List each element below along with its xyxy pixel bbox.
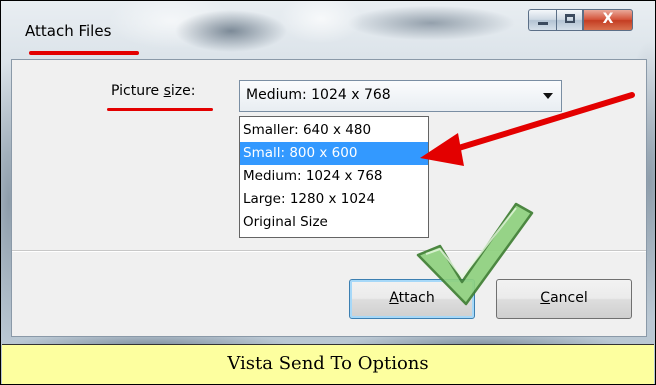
attach-label-rest: ttach bbox=[398, 290, 435, 306]
close-button[interactable]: X bbox=[583, 9, 633, 31]
maximize-button[interactable] bbox=[556, 9, 583, 31]
screenshot-frame: Attach Files X Picture size: Medium: 102… bbox=[0, 0, 656, 385]
cancel-mnemonic: C bbox=[540, 290, 551, 306]
picture-size-options-list: Smaller: 640 x 480 Small: 800 x 600 Medi… bbox=[239, 116, 429, 238]
option-large[interactable]: Large: 1280 x 1024 bbox=[240, 188, 428, 211]
label-prefix: Picture bbox=[111, 83, 164, 99]
dropdown-selected-value: Medium: 1024 x 768 bbox=[246, 87, 391, 103]
picture-size-dropdown[interactable]: Medium: 1024 x 768 bbox=[239, 80, 562, 112]
window-title: Attach Files bbox=[25, 22, 112, 40]
chevron-down-icon[interactable] bbox=[543, 93, 553, 99]
title-highlight-underline bbox=[29, 51, 139, 55]
attach-mnemonic: A bbox=[389, 290, 399, 306]
option-small[interactable]: Small: 800 x 600 bbox=[240, 142, 428, 165]
dialog-body: Picture size: Medium: 1024 x 768 Smaller… bbox=[11, 59, 647, 337]
maximize-icon bbox=[565, 14, 575, 23]
attach-button[interactable]: Attach bbox=[349, 279, 475, 319]
picture-size-label: Picture size: bbox=[111, 83, 195, 99]
caption-banner: Vista Send To Options bbox=[2, 344, 654, 384]
option-original-size[interactable]: Original Size bbox=[240, 211, 428, 234]
cancel-button[interactable]: Cancel bbox=[496, 279, 632, 319]
option-smaller[interactable]: Smaller: 640 x 480 bbox=[240, 119, 428, 142]
divider bbox=[12, 250, 646, 251]
minimize-icon bbox=[538, 22, 548, 25]
cancel-label-rest: ancel bbox=[550, 290, 588, 306]
label-suffix: ize: bbox=[170, 83, 196, 99]
option-medium[interactable]: Medium: 1024 x 768 bbox=[240, 165, 428, 188]
close-icon: X bbox=[602, 11, 614, 27]
minimize-button[interactable] bbox=[528, 9, 556, 31]
label-highlight-underline bbox=[107, 108, 213, 111]
label-mnemonic: s bbox=[163, 83, 171, 99]
